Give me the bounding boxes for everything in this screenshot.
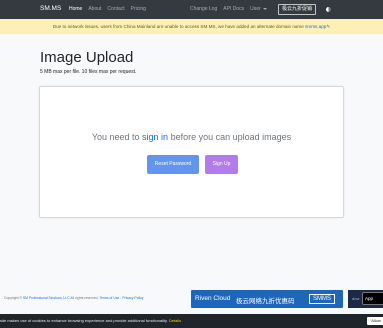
cookie-message: site makes use of cookies to enhance bro… [0, 318, 181, 323]
login-required-message: You need to sign in before you can uploa… [40, 132, 343, 142]
promo-brand: Riven Cloud [195, 295, 231, 302]
alternate-domain-link[interactable]: smms.app [305, 24, 326, 29]
pencil-icon: ✎ [326, 24, 331, 29]
brand-logo[interactable]: SM.MS [40, 5, 61, 12]
app-store-label: App [365, 296, 374, 301]
promo-code-badge: SMMS [309, 294, 335, 304]
cookie-consent-bar: site makes use of cookies to enhance bro… [0, 314, 383, 328]
company-link[interactable]: SM Professional Services, LLC [23, 296, 70, 300]
login-msg-suffix: before you can upload images [168, 132, 292, 142]
nav-api-docs[interactable]: API Docs [223, 6, 244, 12]
cookie-details-link[interactable]: Details [169, 318, 181, 323]
sign-in-link[interactable]: sign in [142, 132, 168, 142]
download-text: dow [352, 296, 360, 301]
nav-contact[interactable]: Contact [107, 6, 124, 12]
nav-change-log[interactable]: Change Log [190, 6, 217, 12]
theme-toggle-icon[interactable] [326, 7, 331, 12]
terms-link[interactable]: Terms of Use [99, 296, 119, 300]
alert-text: Due to network issues, users from China … [52, 24, 304, 29]
login-msg-prefix: You need to [91, 132, 143, 142]
promo-nav-button[interactable]: 极云九折促销 [278, 4, 317, 15]
chevron-down-icon [262, 7, 267, 10]
top-navbar: SM.MS Home About Contact Pricing Change … [0, 0, 383, 19]
nav-home[interactable]: Home [69, 6, 82, 12]
nav-about[interactable]: About [88, 6, 101, 12]
upload-card: You need to sign in before you can uploa… [39, 86, 344, 218]
rights-text: All rights reserved. [69, 296, 99, 300]
secondary-nav: Change Log API Docs User [190, 6, 267, 12]
page-title: Image Upload [40, 49, 134, 66]
app-store-badge[interactable]: App [362, 292, 383, 305]
promo-text: 极云网络九折优惠码 [236, 298, 295, 305]
user-dropdown-label: User [250, 6, 261, 12]
privacy-link[interactable]: Privacy Policy [122, 296, 143, 300]
sign-up-button[interactable]: Sign Up [205, 155, 238, 174]
reset-password-button[interactable]: Reset Password [147, 155, 199, 174]
copyright-prefix: Copyright © [4, 296, 22, 300]
promo-banner[interactable]: Riven Cloud 极云网络九折优惠码 SMMS [191, 290, 343, 308]
page-subtitle: 5 MB max per file. 10 files max per requ… [40, 69, 137, 75]
cookie-allow-button[interactable]: Allow [367, 317, 383, 325]
primary-nav: Home About Contact Pricing [69, 6, 146, 12]
download-app-banner[interactable]: dow App [348, 290, 383, 308]
footer-copyright: Copyright © SM Professional Services, LL… [4, 296, 143, 300]
nav-pricing[interactable]: Pricing [131, 6, 146, 12]
cookie-text: site makes use of cookies to enhance bro… [0, 318, 168, 323]
network-alert: Due to network issues, users from China … [0, 19, 383, 34]
user-dropdown[interactable]: User [250, 6, 267, 12]
